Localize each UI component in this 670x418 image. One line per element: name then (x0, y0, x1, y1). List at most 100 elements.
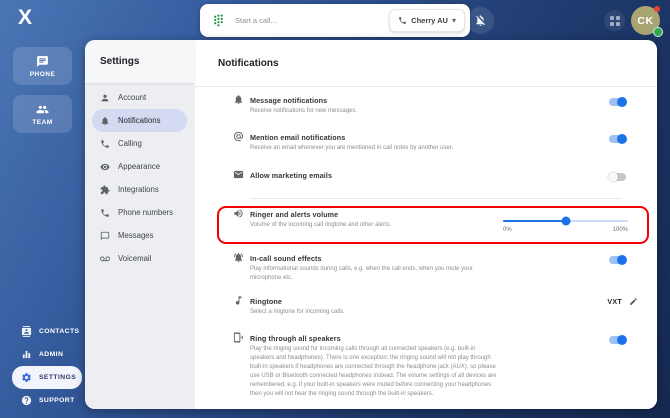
setting-title: Allow marketing emails (250, 171, 333, 180)
notifications-muted-button[interactable] (467, 7, 494, 34)
sidebar-item-phone[interactable]: PHONE (13, 47, 72, 85)
settings-panel: Settings Account Notifications Calling A… (85, 40, 657, 409)
toggle-in-call-sounds[interactable] (609, 255, 627, 265)
setting-title: In-call sound effects (250, 254, 322, 263)
voicemail-icon (100, 256, 110, 261)
nav-item-label: Account (118, 93, 147, 102)
sidebar-bottom-nav: CONTACTS ADMIN SETTINGS SUPPORT (0, 320, 85, 412)
sidebar-item-label: PHONE (29, 70, 56, 78)
setting-row-ringer-volume: Ringer and alerts volume Volume of the i… (195, 209, 657, 240)
chat-outline-icon (100, 231, 110, 240)
nav-item-label: Notifications (118, 116, 161, 125)
phone-icon (101, 208, 109, 217)
setting-row-marketing-emails: Allow marketing emails (195, 170, 657, 201)
sidebar-item-team[interactable]: TEAM (13, 95, 72, 133)
sidebar-item-contacts[interactable]: CONTACTS (12, 320, 82, 343)
quick-actions-button[interactable] (604, 10, 625, 31)
chat-bubble-icon (37, 55, 48, 67)
setting-row-message-notifications: Message notifications Receive notificati… (195, 95, 657, 126)
start-call-bar[interactable]: Start a call... Cherry AU ▾ (200, 4, 470, 37)
person-icon (101, 94, 109, 101)
avatar[interactable]: CK (631, 6, 663, 37)
nav-item-appearance[interactable]: Appearance (92, 155, 187, 178)
eye-icon (100, 163, 110, 170)
slider-min-label: 0% (503, 227, 512, 233)
slider-max-label: 100% (612, 227, 628, 233)
contacts-icon (21, 326, 32, 337)
sidebar-item-settings[interactable]: SETTINGS (12, 366, 82, 389)
toggle-message-notifications[interactable] (609, 97, 627, 107)
nav-item-integrations[interactable]: Integrations (92, 178, 187, 201)
slider-fill (503, 220, 566, 222)
toggle-ring-all-speakers[interactable] (609, 335, 627, 345)
setting-row-ring-all-speakers: Ring through all speakers Play the ringi… (195, 332, 657, 397)
gear-icon (22, 373, 31, 382)
chevron-down-icon: ▾ (451, 15, 456, 25)
phone-icon (101, 139, 109, 148)
page-title: Notifications (195, 40, 657, 87)
toggle-knob (617, 255, 627, 265)
sidebar-item-label: SUPPORT (39, 397, 75, 404)
setting-desc: Play informational sounds during calls, … (250, 266, 473, 281)
bar-chart-icon (22, 350, 31, 359)
pencil-icon[interactable] (629, 297, 638, 306)
sidebar-item-label: TEAM (32, 118, 53, 126)
slider-thumb[interactable] (561, 216, 570, 226)
setting-title: Ringer and alerts volume (250, 210, 339, 219)
nav-item-messages[interactable]: Messages (92, 224, 187, 247)
nav-item-calling[interactable]: Calling (92, 132, 187, 155)
volume-slider[interactable]: 0% 100% (503, 216, 628, 233)
settings-nav-list: Account Notifications Calling Appearance… (85, 83, 195, 270)
setting-row-ringtone: Ringtone Select a ringtone for incoming … (195, 296, 657, 327)
setting-desc: Play the ringing sound for incoming call… (250, 346, 497, 397)
ringtone-value: VXT (607, 297, 622, 306)
sidebar-item-admin[interactable]: ADMIN (12, 343, 82, 366)
slider-labels: 0% 100% (503, 227, 628, 233)
setting-title: Ring through all speakers (250, 334, 341, 343)
nav-item-phone-numbers[interactable]: Phone numbers (92, 201, 187, 224)
at-sign-icon (233, 131, 244, 142)
notifications-settings-main: Notifications Message notifications Rece… (195, 40, 657, 409)
line-selector-label: Cherry AU (411, 16, 448, 25)
setting-desc: Select a ringtone for incoming calls. (250, 309, 345, 315)
app-logo[interactable]: X (18, 6, 32, 30)
nav-item-label: Voicemail (118, 254, 152, 263)
toggle-knob (617, 335, 627, 345)
slider-track[interactable] (503, 216, 628, 226)
apps-grid-icon (609, 15, 620, 26)
people-icon (36, 105, 49, 113)
section-divider (250, 198, 622, 199)
setting-row-mention-email: Mention email notifications Receive an e… (195, 131, 657, 163)
nav-item-account[interactable]: Account (92, 86, 187, 109)
volume-icon (234, 209, 243, 218)
line-selector-button[interactable]: Cherry AU ▾ (389, 9, 465, 32)
setting-title: Message notifications (250, 96, 328, 105)
sidebar-item-support[interactable]: SUPPORT (12, 389, 82, 412)
phone-ring-icon (233, 332, 244, 343)
setting-desc: Volume of the incoming call ringtone and… (250, 222, 392, 228)
bell-icon (101, 116, 109, 125)
online-status-dot (653, 27, 663, 37)
notification-dot (654, 6, 660, 12)
setting-desc: Receive an email whenever you are mentio… (250, 145, 454, 151)
toggle-marketing-emails[interactable] (608, 172, 626, 182)
music-note-icon (235, 296, 242, 305)
avatar-initials: CK (637, 14, 654, 27)
nav-item-notifications[interactable]: Notifications (92, 109, 187, 132)
nav-item-label: Messages (118, 231, 154, 240)
help-icon (21, 395, 32, 406)
toggle-mention-email[interactable] (609, 134, 627, 144)
setting-desc: Receive notifications for new messages. (250, 108, 358, 114)
settings-nav: Settings Account Notifications Calling A… (85, 40, 195, 409)
settings-nav-title: Settings (85, 40, 195, 83)
setting-row-in-call-sounds: In-call sound effects Play informational… (195, 253, 657, 284)
setting-title: Mention email notifications (250, 133, 346, 142)
bell-ring-icon (233, 253, 244, 263)
nav-item-voicemail[interactable]: Voicemail (92, 247, 187, 270)
nav-item-label: Phone numbers (118, 208, 174, 217)
toggle-knob (608, 172, 618, 182)
start-call-input[interactable]: Start a call... (235, 16, 389, 25)
sidebar-item-label: CONTACTS (39, 328, 80, 335)
nav-item-label: Appearance (118, 162, 161, 171)
phone-icon (399, 17, 407, 24)
